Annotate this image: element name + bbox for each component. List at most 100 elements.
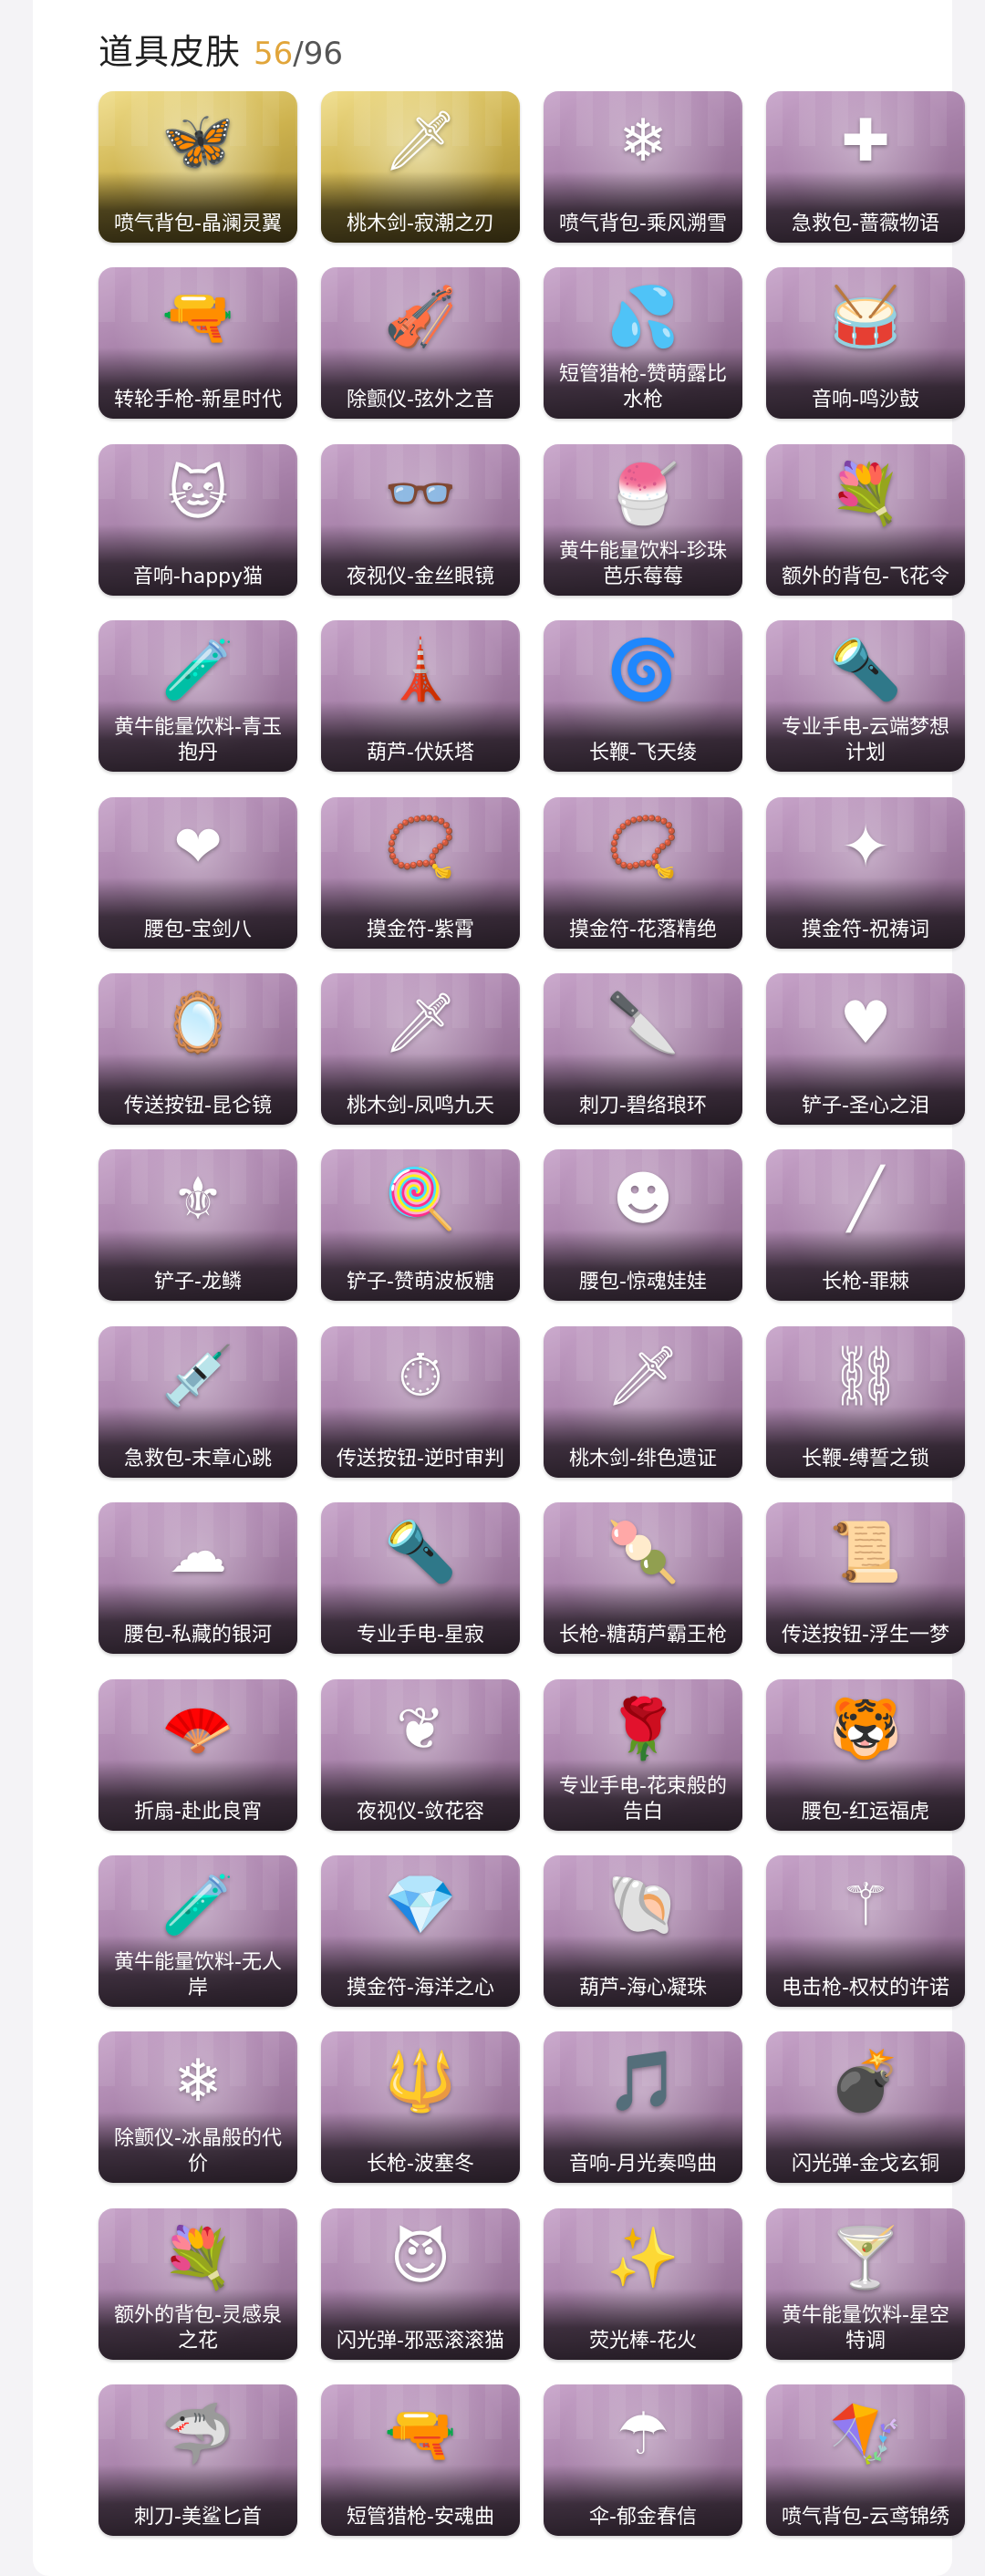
cloud-icon: ☁ (169, 1519, 227, 1587)
blade-icon: 🔪 (607, 989, 679, 1057)
sword-icon: 🗡 (383, 989, 458, 1057)
skin-card[interactable]: 🥁 音响-鸣沙鼓 (766, 267, 965, 420)
skin-card[interactable]: ☻ 腰包-惊魂娃娃 (544, 1149, 742, 1302)
skin-name: 铲子-圣心之泪 (802, 1094, 929, 1117)
skin-card[interactable]: 💉 急救包-末章心跳 (98, 1325, 297, 1478)
skin-card[interactable]: 🍸 黄牛能量饮料-星空特调 (766, 2207, 965, 2360)
bottle-icon: 🧪 (161, 637, 234, 705)
skin-card[interactable]: 🌀 长鞭-飞天绫 (544, 620, 742, 773)
skin-card[interactable]: 📜 传送按钮-浮生一梦 (766, 1502, 965, 1655)
skin-name: 传送按钮-逆时审判 (337, 1447, 504, 1470)
skin-card[interactable]: 🦋 喷气背包-晶澜灵翼 (98, 91, 297, 243)
skin-card[interactable]: 🪞 传送按钮-昆仑镜 (98, 972, 297, 1125)
skin-card[interactable]: ❤ 腰包-宝剑八 (98, 796, 297, 949)
skin-card[interactable]: 🗡 桃木剑-凤鸣九天 (321, 972, 520, 1125)
owned-count: 56 (254, 36, 294, 72)
candied-haw-icon: 🍡 (607, 1519, 679, 1587)
skin-card[interactable]: ❄ 除颤仪-冰晶般的代价 (98, 2031, 297, 2184)
skin-card[interactable]: 🔦 专业手电-云端梦想计划 (766, 620, 965, 773)
skin-card[interactable]: 🪁 喷气背包-云鸢锦绣 (766, 2384, 965, 2537)
tiger-icon: 🐯 (829, 1695, 902, 1763)
ice-flower-icon: ❄ (173, 2048, 223, 2116)
skin-card[interactable]: 🦈 刺刀-美鲨匕首 (98, 2384, 297, 2537)
skin-name: 摸金符-花落精绝 (569, 918, 717, 941)
skin-name: 专业手电-星寂 (357, 1624, 484, 1647)
skin-name: 刺刀-美鲨匕首 (134, 2506, 262, 2529)
skin-card[interactable]: ⏱ 传送按钮-逆时审判 (321, 1325, 520, 1478)
jetpack-icon: ❄ (618, 108, 668, 175)
skin-card[interactable]: 💦 短管猎枪-赞萌露比水枪 (544, 267, 742, 420)
skin-card[interactable]: 🔦 专业手电-星寂 (321, 1502, 520, 1655)
flashlight-icon: 🔦 (384, 1519, 457, 1587)
skin-card[interactable]: 🗡 桃木剑-绯色遗证 (544, 1325, 742, 1478)
skin-name: 桃木剑-绯色遗证 (569, 1447, 717, 1470)
pocketwatch-icon: ⏱ (398, 1342, 443, 1410)
shell-icon: 🐚 (607, 1871, 679, 1939)
skin-card[interactable]: 🎵 音响-月光奏鸣曲 (544, 2031, 742, 2184)
skin-card[interactable]: 🍡 长枪-糖葫芦霸王枪 (544, 1502, 742, 1655)
fan-icon: 🪭 (161, 1695, 234, 1763)
skin-card[interactable]: 💐 额外的背包-飞花令 (766, 443, 965, 596)
skin-card[interactable]: 🍭 铲子-赞萌波板糖 (321, 1149, 520, 1302)
skin-name: 喷气背包-云鸢锦绣 (782, 2506, 949, 2529)
skin-card[interactable]: 🔫 短管猎枪-安魂曲 (321, 2384, 520, 2537)
skin-card[interactable]: ⛓ 长鞭-缚誓之锁 (766, 1325, 965, 1478)
skin-card[interactable]: ❄ 喷气背包-乘风溯雪 (544, 91, 742, 243)
skin-card[interactable]: ⚚ 电击枪-权杖的许诺 (766, 1854, 965, 2007)
rose-icon: 🌹 (607, 1695, 679, 1763)
skin-name: 腰包-红运福虎 (802, 1800, 929, 1823)
skin-name: 铲子-龙鳞 (154, 1271, 242, 1294)
syringe-icon: 💉 (161, 1342, 234, 1410)
skin-card[interactable]: ☁ 腰包-私藏的银河 (98, 1502, 297, 1655)
skin-card[interactable]: ♥ 铲子-圣心之泪 (766, 972, 965, 1125)
skin-card[interactable]: 🔫 转轮手枪-新星时代 (98, 267, 297, 420)
skin-card[interactable]: ⚜ 铲子-龙鳞 (98, 1149, 297, 1302)
skin-card[interactable]: 👓 夜视仪-金丝眼镜 (321, 443, 520, 596)
skin-card[interactable]: 🎻 除颤仪-弦外之音 (321, 267, 520, 420)
skin-card[interactable]: 📿 摸金符-花落精绝 (544, 796, 742, 949)
skin-card[interactable]: 🐚 葫芦-海心凝珠 (544, 1854, 742, 2007)
skin-name: 长鞭-飞天绫 (589, 742, 697, 765)
skin-card[interactable]: 🐯 腰包-红运福虎 (766, 1678, 965, 1831)
skin-name: 长鞭-缚誓之锁 (802, 1447, 929, 1470)
skins-panel: 道具皮肤 56 / 96 🦋 喷气背包-晶澜灵翼 🗡 桃木剑-寂潮之刃 ❄ 喷气背包-乘风… (33, 0, 965, 2576)
skin-card[interactable]: ✦ 摸金符-祝祷词 (766, 796, 965, 949)
cocktail-icon: 🍸 (829, 2224, 902, 2292)
section-title: 道具皮肤 (98, 32, 242, 72)
skin-card[interactable]: ✚ 急救包-蔷薇物语 (766, 91, 965, 243)
skin-name: 葫芦-海心凝珠 (579, 1976, 707, 2000)
skin-card[interactable]: 🗼 葫芦-伏妖塔 (321, 620, 520, 773)
skin-name: 夜视仪-金丝眼镜 (347, 565, 494, 588)
skin-card[interactable]: 🌹 专业手电-花束般的告白 (544, 1678, 742, 1831)
skin-card[interactable]: ❦ 夜视仪-敛花容 (321, 1678, 520, 1831)
count-separator: / (293, 36, 304, 72)
skin-card[interactable]: 🪭 折扇-赴此良宵 (98, 1678, 297, 1831)
skin-card[interactable]: 🍧 黄牛能量饮料-珍珠芭乐莓莓 (544, 443, 742, 596)
shovel-icon: ♥ (839, 989, 892, 1057)
skin-card[interactable]: 🗡 桃木剑-寂潮之刃 (321, 91, 520, 243)
skin-card[interactable]: 🔱 长枪-波塞冬 (321, 2031, 520, 2184)
skin-name: 桃木剑-凤鸣九天 (347, 1094, 494, 1117)
doll-icon: ☻ (612, 1166, 674, 1234)
chain-icon: ⛓ (828, 1342, 903, 1410)
skin-name: 电击枪-权杖的许诺 (782, 1976, 949, 2000)
skin-card[interactable]: ✨ 荧光棒-花火 (544, 2207, 742, 2360)
grenade-icon: 💣 (829, 2048, 902, 2116)
skin-card[interactable]: 🧪 黄牛能量饮料-青玉抱丹 (98, 620, 297, 773)
skin-name: 喷气背包-乘风溯雪 (559, 213, 727, 235)
skin-card[interactable]: 🐱 音响-happy猫 (98, 443, 297, 596)
skin-name: 腰包-私藏的银河 (124, 1624, 272, 1647)
skin-card[interactable]: 📿 摸金符-紫霄 (321, 796, 520, 949)
skin-card[interactable]: 🔪 刺刀-碧络琅环 (544, 972, 742, 1125)
skin-card[interactable]: 💐 额外的背包-灵感泉之花 (98, 2207, 297, 2360)
skin-card[interactable]: 💎 摸金符-海洋之心 (321, 1854, 520, 2007)
skin-card[interactable]: ☂ 伞-郁金春信 (544, 2384, 742, 2537)
skin-name: 音响-月光奏鸣曲 (569, 2153, 717, 2176)
skin-name: 长枪-罪棘 (822, 1271, 909, 1294)
skin-card[interactable]: 💣 闪光弹-金戈玄铜 (766, 2031, 965, 2184)
skin-card[interactable]: 🧪 黄牛能量饮料-无人岸 (98, 1854, 297, 2007)
umbrella-icon: ☂ (617, 2401, 669, 2469)
skin-card[interactable]: ╱ 长枪-罪棘 (766, 1149, 965, 1302)
skin-card[interactable]: 😈 闪光弹-邪恶滚滚猫 (321, 2207, 520, 2360)
drink-icon: 🍧 (607, 460, 679, 528)
